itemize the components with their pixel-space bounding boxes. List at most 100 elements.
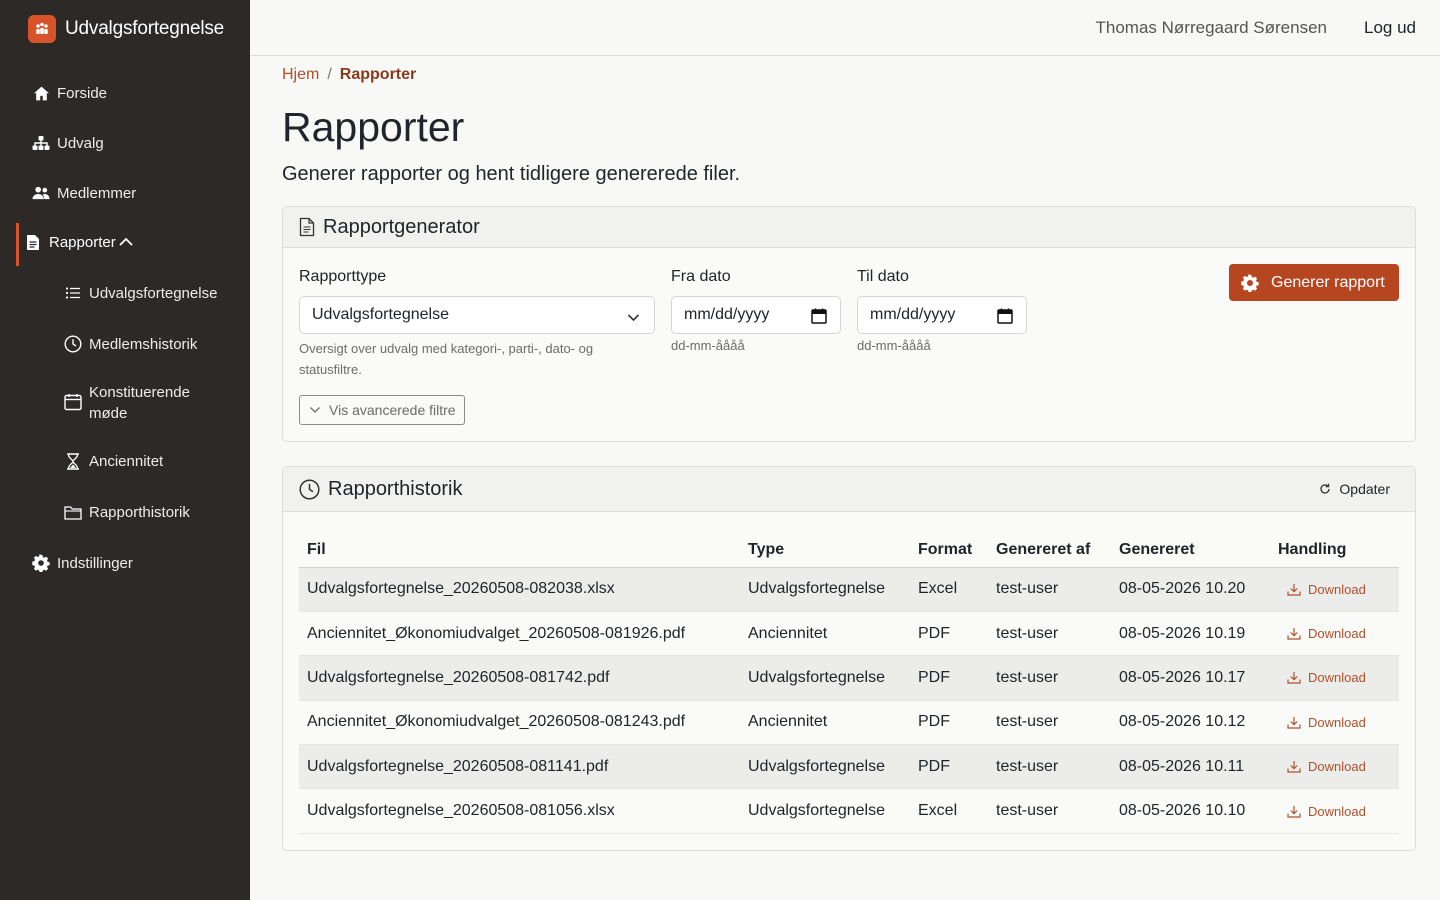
download-label: Download [1308,626,1366,642]
sidebar-item-forside[interactable]: Forside [32,81,107,105]
format-cell: Excel [910,567,988,612]
generated-at-cell: 08-05-2026 10.19 [1111,611,1270,657]
gear-icon [1241,273,1259,292]
format-cell: Excel [910,788,988,834]
from-date-help: dd-mm-åååå [671,338,745,353]
table-row: Anciennitet_Økonomiudvalget_20260508-081… [299,700,1399,746]
generate-report-label: Generer rapport [1271,273,1385,291]
from-date-input[interactable]: mm/dd/yyyy [671,296,841,334]
sidebar-subitem-anciennitet[interactable]: Anciennitet [64,451,163,472]
generated-by-cell: test-user [988,655,1111,701]
download-button[interactable]: Download [1278,715,1391,730]
chevron-up-icon[interactable] [118,236,134,248]
download-button[interactable]: Download [1278,582,1391,597]
type-cell: Udvalgsfortegnelse [740,567,910,612]
format-cell: PDF [910,655,988,701]
card-header: Rapportgenerator [283,207,1415,248]
card-title: Rapporthistorik [328,477,463,500]
to-date-label: Til dato [857,268,909,285]
sidebar-item-label: Udvalg [57,134,104,152]
download-button[interactable]: Download [1278,804,1391,819]
refresh-label: Opdater [1339,481,1390,497]
user-name[interactable]: Thomas Nørregaard Sørensen [1096,18,1327,38]
type-cell: Anciennitet [740,611,910,657]
column-header: Genereret [1111,533,1270,568]
sidebar-subitem-udvalgsfortegnelse[interactable]: Udvalgsfortegnelse [64,283,217,304]
breadcrumb-separator: / [327,66,332,83]
calendar-icon [64,393,82,411]
action-cell: Download [1270,611,1399,657]
sidebar-item-medlemmer[interactable]: Medlemmer [32,181,136,205]
sidebar-item-udvalg[interactable]: Udvalg [32,131,104,155]
file-name-cell: Anciennitet_Økonomiudvalget_20260508-081… [299,611,740,657]
report-type-label: Rapporttype [299,268,387,285]
from-date-label: Fra dato [671,268,731,285]
sidebar-subitem-label: Udvalgsfortegnelse [89,285,218,302]
sidebar-subitem-medlemshistorik[interactable]: Medlemshistorik [64,334,197,355]
table-row: Udvalgsfortegnelse_20260508-081056.xlsx U… [299,788,1399,834]
column-header: Format [910,533,988,568]
sidebar-subitem-label: Konstituerende møde [89,384,190,422]
download-label: Download [1308,670,1366,686]
column-header: Handling [1270,533,1399,568]
active-indicator [16,223,19,266]
sidebar-subitem-konstituerende-mode[interactable]: Konstituerende møde [64,382,214,424]
refresh-button[interactable]: Opdater [1319,481,1390,497]
download-label: Download [1308,714,1366,730]
chevron-down-icon [309,406,321,414]
topbar: Thomas Nørregaard Sørensen Log ud [250,0,1440,56]
to-date-input[interactable]: mm/dd/yyyy [857,296,1027,334]
sidebar-item-label: Rapporter [49,233,116,251]
download-icon [1287,716,1301,729]
generated-by-cell: test-user [988,700,1111,746]
chevron-down-icon [627,309,640,327]
report-type-help: Oversigt over udvalg med kategori-, part… [299,341,594,377]
sidebar-item-rapporter[interactable]: Rapporter [16,223,250,266]
file-name-cell: Udvalgsfortegnelse_20260508-081141.pdf [299,744,740,790]
download-icon [1287,672,1301,685]
download-icon [1287,761,1301,773]
action-cell: Download [1270,700,1399,746]
sidebar-item-label: Indstillinger [57,554,133,572]
download-label: Download [1308,759,1366,775]
generate-report-button[interactable]: Generer rapport [1229,264,1399,301]
calendar-icon[interactable] [997,308,1013,329]
column-header: Fil [299,533,740,568]
generated-at-cell: 08-05-2026 10.10 [1111,788,1270,834]
column-header: Type [740,533,910,568]
generated-at-cell: 08-05-2026 10.11 [1111,744,1270,790]
action-cell: Download [1270,567,1399,612]
table-header-row: Fil Type Format Genereret af Genereret H… [299,533,1399,568]
sidebar-subitem-rapporthistorik[interactable]: Rapporthistorik [64,502,190,523]
generated-at-cell: 08-05-2026 10.12 [1111,700,1270,746]
show-advanced-filters-button[interactable]: Vis avancerede filtre [299,395,465,425]
brand-logo-icon [28,15,56,43]
download-icon [1287,805,1301,818]
sidebar-item-indstillinger[interactable]: Indstillinger [32,551,133,575]
home-icon [32,84,50,102]
to-date-placeholder: mm/dd/yyyy [870,306,956,323]
logout-link[interactable]: Log ud [1364,18,1416,38]
download-button[interactable]: Download [1278,626,1391,641]
to-date-help: dd-mm-åååå [857,338,931,353]
download-button[interactable]: Download [1278,759,1391,774]
format-cell: PDF [910,700,988,746]
page-subtitle: Generer rapporter og hent tidligere gene… [282,163,741,185]
download-label: Download [1308,803,1366,819]
document-icon [299,217,315,237]
generated-by-cell: test-user [988,744,1111,790]
breadcrumb-home-link[interactable]: Hjem [282,66,319,84]
file-name-cell: Udvalgsfortegnelse_20260508-082038.xlsx [299,567,740,612]
table-row: Udvalgsfortegnelse_20260508-081742.pdf Ud… [299,655,1399,701]
calendar-icon[interactable] [811,308,827,329]
action-cell: Download [1270,788,1399,834]
table-row: Udvalgsfortegnelse_20260508-081141.pdf Ud… [299,744,1399,790]
table-row: Udvalgsfortegnelse_20260508-082038.xlsx U… [299,567,1399,612]
download-icon [1287,628,1301,640]
users-icon [32,184,50,202]
download-button[interactable]: Download [1278,670,1391,685]
brand[interactable]: Udvalgsfortegnelse [28,14,224,44]
column-header: Genereret af [988,533,1111,568]
report-type-select[interactable]: Udvalgsfortegnelse [299,296,655,334]
generated-by-cell: test-user [988,567,1111,612]
